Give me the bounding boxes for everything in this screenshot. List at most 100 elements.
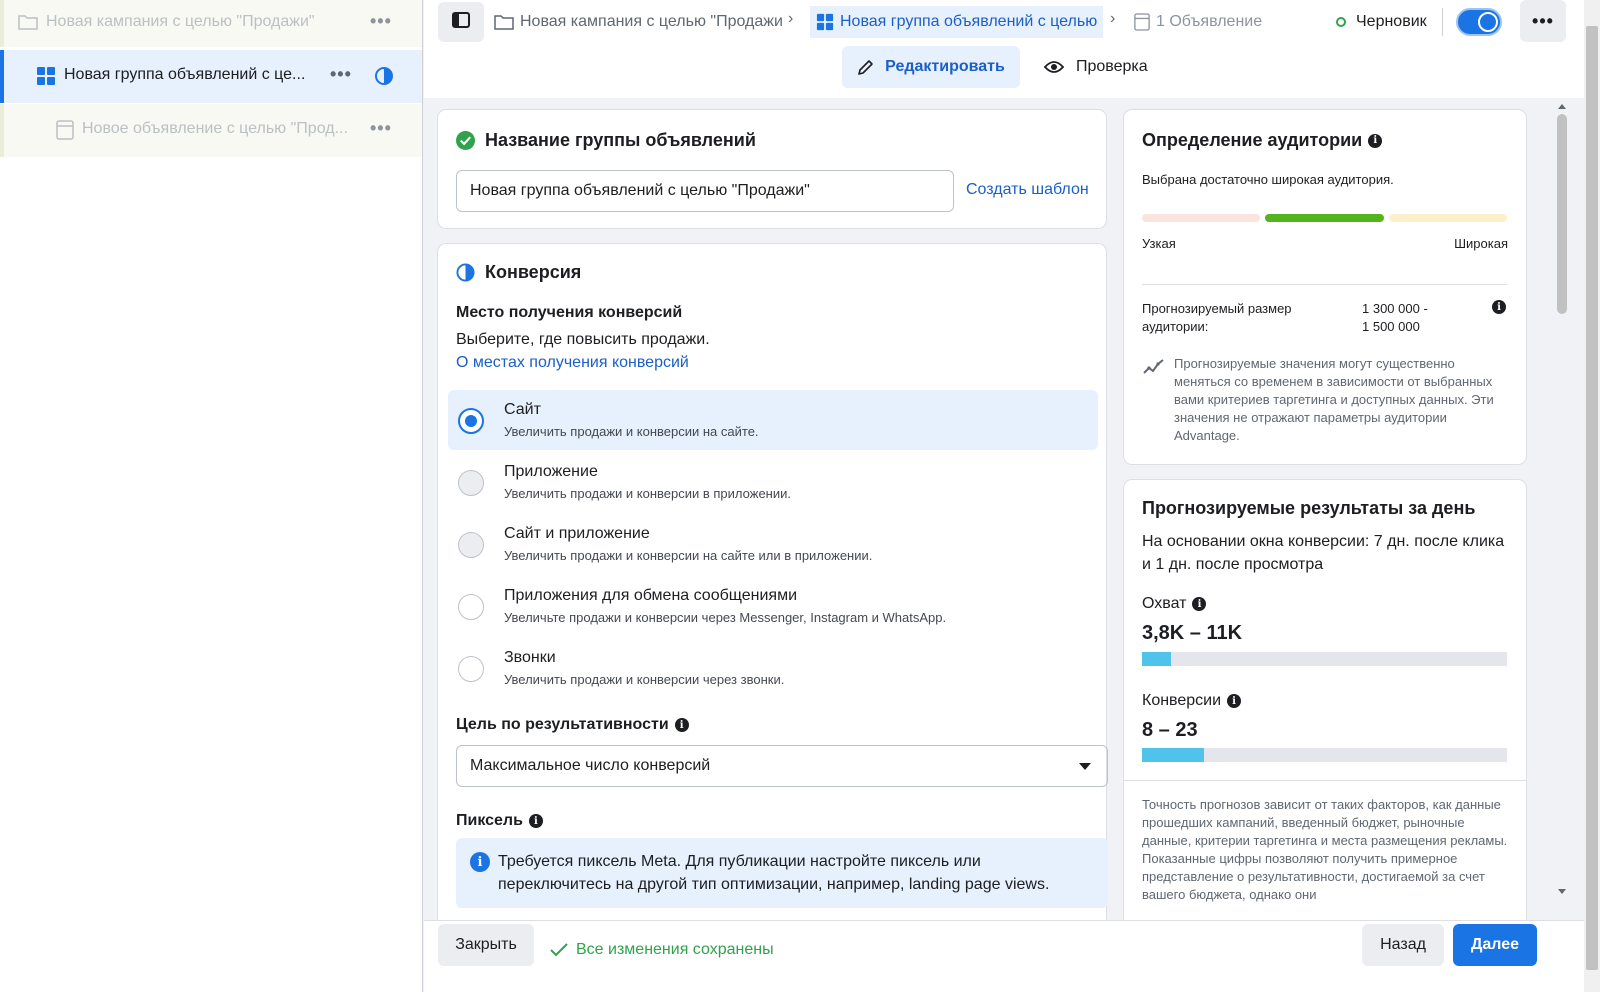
conversion-title-text: Конверсия	[485, 262, 582, 282]
performance-goal-heading: Цель по результативности i	[456, 716, 689, 734]
tree-item-ad[interactable]: Новое объявление с целью "Прод... •••	[0, 104, 422, 157]
more-icon[interactable]: •••	[370, 11, 392, 32]
performance-goal-value: Максимальное число конверсий	[470, 757, 711, 774]
tree-label-adset: Новая группа объявлений с це...	[64, 66, 306, 83]
audience-status: Выбрана достаточно широкая аудитория.	[1142, 172, 1394, 187]
tab-review[interactable]: Проверка	[1044, 46, 1164, 88]
info-icon[interactable]: i	[674, 718, 689, 732]
sidebar-toggle-button[interactable]	[438, 2, 484, 42]
status-label: Черновик	[1356, 13, 1427, 30]
eye-icon	[1044, 60, 1064, 74]
results-accuracy-note: Точность прогнозов зависит от таких факт…	[1142, 797, 1508, 902]
radio-subtitle: Увеличить продажи и конверсии в приложен…	[504, 486, 791, 501]
back-button[interactable]: Назад	[1362, 924, 1444, 966]
audience-wide-label: Широкая	[1454, 236, 1508, 251]
radio-button[interactable]	[458, 470, 484, 496]
radio-button[interactable]	[458, 408, 484, 434]
sidebar-icon	[452, 11, 470, 33]
status-dot-icon	[1336, 17, 1346, 27]
content-scrollbar[interactable]	[1554, 100, 1570, 898]
more-icon[interactable]: •••	[330, 64, 352, 85]
scrollbar-thumb[interactable]	[1557, 114, 1567, 314]
adset-name-title-text: Название группы объявлений	[485, 130, 756, 150]
adset-name-card: Название группы объявлений Новая группа …	[438, 110, 1106, 228]
tree-accent	[0, 104, 4, 157]
audience-bar-mid	[1265, 214, 1384, 222]
radio-option-app[interactable]: Приложение Увеличить продажи и конверсии…	[448, 452, 1098, 512]
info-icon[interactable]: i	[1368, 133, 1383, 148]
ad-icon	[56, 120, 74, 140]
audience-card: Определение аудитории i Выбрана достаточ…	[1124, 110, 1526, 464]
performance-goal-select[interactable]: Максимальное число конверсий	[456, 745, 1108, 787]
grid-icon	[36, 66, 56, 86]
info-icon[interactable]: i	[528, 814, 543, 828]
footer-bar: Закрыть Все изменения сохранены Назад Да…	[424, 920, 1584, 992]
tree-label-campaign: Новая кампания с целью "Продажи"	[46, 13, 315, 30]
breadcrumb-ad[interactable]: 1 Объявление	[1134, 6, 1262, 38]
app-root: Новая кампания с целью "Продажи" ••• Нов…	[0, 0, 1600, 992]
radio-button[interactable]	[458, 532, 484, 558]
more-icon[interactable]: •••	[370, 118, 392, 139]
breadcrumb-adset[interactable]: Новая группа объявлений с целью	[810, 6, 1104, 38]
radio-title: Приложения для обмена сообщениями	[504, 587, 798, 604]
conversion-card: Конверсия Место получения конверсий Выбе…	[438, 244, 1108, 920]
info-icon[interactable]: i	[1492, 300, 1506, 314]
tree-accent	[0, 50, 4, 103]
adset-name-input[interactable]: Новая группа объявлений с целью "Продажи…	[456, 170, 954, 212]
more-options-button[interactable]: •••	[1520, 0, 1566, 42]
pixel-notice: i Требуется пиксель Meta. Для публикации…	[456, 838, 1108, 908]
results-window: На основании окна конверсии: 7 дн. после…	[1142, 533, 1505, 573]
conversions-value: 8 – 23	[1142, 719, 1198, 741]
tree-accent	[0, 0, 4, 47]
folder-icon	[18, 13, 38, 31]
divider	[1442, 8, 1443, 36]
radio-option-messaging-apps[interactable]: Приложения для обмена сообщениями Увелич…	[448, 576, 1098, 636]
radio-option-calls[interactable]: Звонки Увеличить продажи и конверсии чер…	[448, 638, 1098, 698]
back-button-label: Назад	[1380, 936, 1426, 953]
breadcrumb-adset-label: Новая группа объявлений с целью	[840, 13, 1098, 30]
conversion-location-link[interactable]: О местах получения конверсий	[456, 354, 689, 372]
conversions-label-text: Конверсии	[1142, 692, 1222, 709]
radio-title: Приложение	[504, 463, 598, 480]
audience-size-line1: 1 300 000 -	[1362, 301, 1428, 316]
info-icon[interactable]: i	[1192, 597, 1207, 611]
create-template-link[interactable]: Создать шаблон	[966, 181, 1089, 199]
next-button[interactable]: Далее	[1453, 924, 1537, 966]
divider	[1124, 780, 1526, 781]
half-circle-icon	[374, 66, 394, 86]
breadcrumb-campaign[interactable]: Новая кампания с целью "Продажи	[494, 6, 783, 38]
reach-label: Охват i	[1142, 595, 1207, 613]
tree-label-ad: Новое объявление с целью "Прод...	[82, 120, 348, 137]
scrollbar-thumb[interactable]	[1586, 26, 1598, 970]
breadcrumb-campaign-label: Новая кампания с целью "Продажи	[520, 13, 783, 30]
folder-icon	[494, 13, 514, 31]
audience-bar-narrow	[1142, 214, 1260, 222]
conversions-progress-fill	[1142, 748, 1205, 762]
reach-label-text: Охват	[1142, 595, 1187, 612]
pixel-notice-text: Требуется пиксель Meta. Для публикации н…	[498, 853, 1050, 893]
conversion-location-desc: Выберите, где повысить продажи.	[456, 331, 710, 348]
publish-toggle[interactable]	[1456, 8, 1502, 36]
tab-review-label: Проверка	[1076, 58, 1148, 75]
scroll-down-icon[interactable]	[1558, 889, 1566, 894]
ad-icon	[1134, 13, 1150, 31]
next-button-label: Далее	[1470, 936, 1520, 953]
tab-edit[interactable]: Редактировать	[842, 46, 1020, 88]
tree-item-campaign[interactable]: Новая кампания с целью "Продажи" •••	[0, 0, 422, 47]
tree-item-adset[interactable]: Новая группа объявлений с це... •••	[0, 50, 422, 103]
radio-button[interactable]	[458, 594, 484, 620]
radio-title: Сайт и приложение	[504, 525, 650, 542]
trend-icon	[1142, 358, 1166, 381]
scroll-up-icon[interactable]	[1558, 104, 1566, 109]
saved-status-text: Все изменения сохранены	[576, 941, 774, 958]
info-icon[interactable]: i	[1227, 694, 1242, 708]
close-button[interactable]: Закрыть	[438, 924, 534, 966]
saved-status: Все изменения сохранены	[550, 941, 774, 959]
window-scrollbar[interactable]	[1584, 0, 1600, 992]
conversion-location-heading: Место получения конверсий	[456, 304, 683, 321]
radio-button[interactable]	[458, 656, 484, 682]
radio-subtitle: Увеличьте продажи и конверсии через Mess…	[504, 610, 947, 625]
radio-option-website-and-app[interactable]: Сайт и приложение Увеличить продажи и ко…	[448, 514, 1098, 574]
structure-tree: Новая кампания с целью "Продажи" ••• Нов…	[0, 0, 423, 992]
radio-option-website[interactable]: Сайт Увеличить продажи и конверсии на са…	[448, 390, 1098, 450]
